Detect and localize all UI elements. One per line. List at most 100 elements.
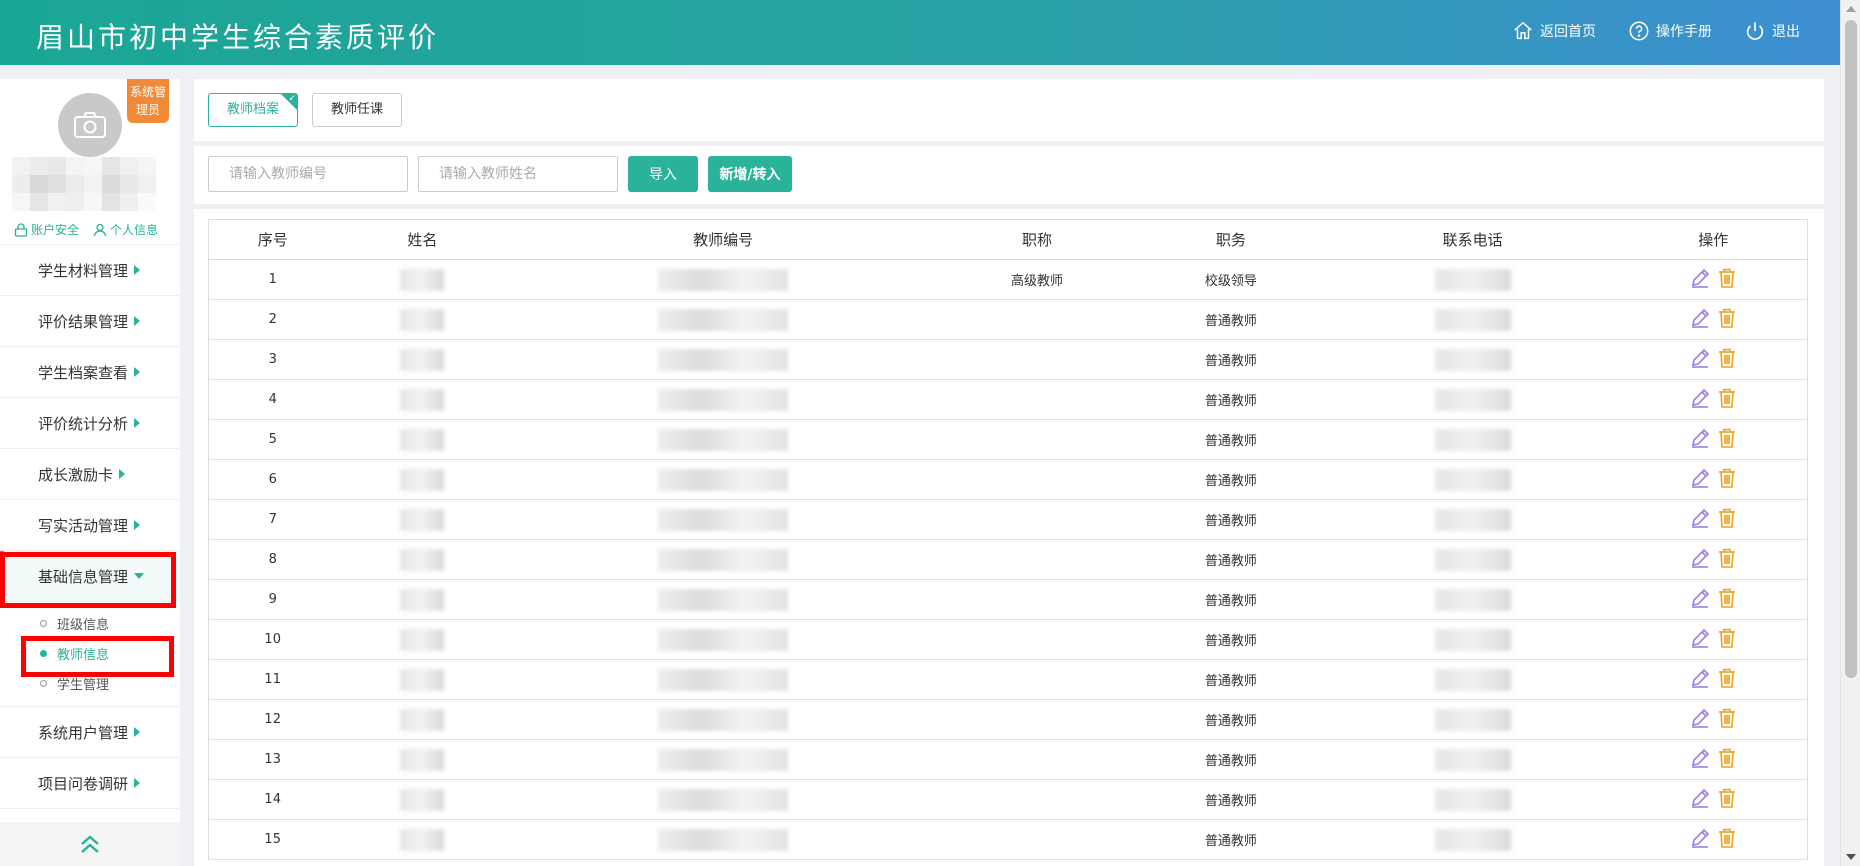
row-index: 10 bbox=[208, 619, 337, 660]
delete-icon[interactable] bbox=[1717, 627, 1737, 649]
double-chevron-up-icon bbox=[81, 835, 99, 853]
teacher-number-cell bbox=[508, 339, 939, 380]
edit-icon[interactable] bbox=[1689, 747, 1711, 769]
role-badge: 系统管理员 bbox=[127, 79, 169, 123]
delete-icon[interactable] bbox=[1717, 747, 1737, 769]
phone-cell bbox=[1325, 779, 1620, 820]
delete-icon[interactable] bbox=[1717, 547, 1737, 569]
delete-icon[interactable] bbox=[1717, 667, 1737, 689]
menu-evaluation-results[interactable]: 评价结果管理 bbox=[0, 296, 180, 347]
account-security-label: 账户安全 bbox=[31, 223, 80, 237]
column-header: 职务 bbox=[1135, 219, 1326, 260]
delete-icon[interactable] bbox=[1717, 827, 1737, 849]
edit-icon[interactable] bbox=[1689, 467, 1711, 489]
submenu-label: 教师信息 bbox=[57, 647, 110, 663]
teacher-name-cell bbox=[336, 419, 509, 460]
actions-cell bbox=[1619, 659, 1808, 700]
duty-cell: 普通教师 bbox=[1135, 779, 1326, 820]
sidebar-menu: 学生材料管理 评价结果管理 学生档案查看 评价统计分析 成长激励卡 写实活动管理… bbox=[0, 245, 180, 602]
edit-icon[interactable] bbox=[1689, 347, 1711, 369]
edit-icon[interactable] bbox=[1689, 707, 1711, 729]
duty-cell: 普通教师 bbox=[1135, 579, 1326, 620]
edit-icon[interactable] bbox=[1689, 587, 1711, 609]
table-row: 7 普通教师 bbox=[208, 499, 1808, 540]
tab-teacher-courses[interactable]: 教师任课 bbox=[312, 93, 403, 127]
tab-teacher-archive[interactable]: 教师档案 ✓ bbox=[208, 93, 299, 127]
collapse-sidebar-button[interactable] bbox=[0, 822, 180, 866]
edit-icon[interactable] bbox=[1689, 827, 1711, 849]
actions-cell bbox=[1619, 299, 1808, 340]
teacher-number-cell bbox=[508, 499, 939, 540]
menu-label: 写实活动管理 bbox=[38, 516, 129, 535]
delete-icon[interactable] bbox=[1717, 467, 1737, 489]
edit-icon[interactable] bbox=[1689, 267, 1711, 289]
edit-icon[interactable] bbox=[1689, 547, 1711, 569]
column-header: 操作 bbox=[1619, 219, 1808, 260]
actions-cell bbox=[1619, 819, 1808, 860]
edit-icon[interactable] bbox=[1689, 627, 1711, 649]
redacted-number bbox=[658, 828, 789, 851]
edit-icon[interactable] bbox=[1689, 507, 1711, 529]
page-scrollbar[interactable] bbox=[1840, 0, 1860, 866]
delete-icon[interactable] bbox=[1717, 347, 1737, 369]
scroll-thumb[interactable] bbox=[1845, 20, 1857, 678]
menu-label: 系统用户管理 bbox=[38, 723, 129, 742]
column-header: 教师编号 bbox=[508, 219, 939, 260]
submenu-class-info[interactable]: 班级信息 bbox=[0, 608, 180, 638]
edit-icon[interactable] bbox=[1689, 387, 1711, 409]
delete-icon[interactable] bbox=[1717, 507, 1737, 529]
menu-system-users[interactable]: 系统用户管理 bbox=[0, 707, 180, 758]
teacher-name-cell bbox=[336, 459, 509, 500]
add-transfer-button[interactable]: 新增/转入 bbox=[708, 156, 792, 192]
home-link[interactable]: 返回首页 bbox=[1512, 20, 1596, 42]
menu-student-archives[interactable]: 学生档案查看 bbox=[0, 347, 180, 398]
menu-student-materials[interactable]: 学生材料管理 bbox=[0, 245, 180, 296]
menu-activities[interactable]: 写实活动管理 bbox=[0, 500, 180, 551]
teacher-name-cell bbox=[336, 819, 509, 860]
scroll-down-icon[interactable] bbox=[1846, 854, 1856, 860]
delete-icon[interactable] bbox=[1717, 707, 1737, 729]
edit-icon[interactable] bbox=[1689, 787, 1711, 809]
teacher-name-cell bbox=[336, 339, 509, 380]
edit-icon[interactable] bbox=[1689, 307, 1711, 329]
manual-link[interactable]: 操作手册 bbox=[1628, 20, 1712, 42]
row-index: 1 bbox=[208, 259, 337, 300]
redacted-name bbox=[400, 428, 445, 451]
submenu-label: 学生管理 bbox=[57, 677, 110, 693]
menu-surveys[interactable]: 项目问卷调研 bbox=[0, 758, 180, 809]
delete-icon[interactable] bbox=[1717, 787, 1737, 809]
teacher-number-input[interactable] bbox=[208, 156, 408, 192]
avatar[interactable] bbox=[58, 93, 122, 157]
logout-link[interactable]: 退出 bbox=[1744, 20, 1800, 42]
home-link-label: 返回首页 bbox=[1540, 24, 1596, 40]
edit-icon[interactable] bbox=[1689, 667, 1711, 689]
table-row: 1 高级教师 校级领导 bbox=[208, 259, 1808, 300]
menu-basic-info[interactable]: 基础信息管理 bbox=[0, 551, 180, 602]
menu-statistics[interactable]: 评价统计分析 bbox=[0, 398, 180, 449]
submenu-teacher-info[interactable]: 教师信息 bbox=[0, 638, 180, 668]
redacted-name bbox=[400, 708, 445, 731]
redacted-phone bbox=[1434, 708, 1511, 731]
edit-icon[interactable] bbox=[1689, 427, 1711, 449]
import-button[interactable]: 导入 bbox=[628, 156, 698, 192]
personal-info-link[interactable]: 个人信息 bbox=[93, 221, 158, 238]
menu-growth-cards[interactable]: 成长激励卡 bbox=[0, 449, 180, 500]
scroll-up-icon[interactable] bbox=[1846, 6, 1856, 12]
row-index: 4 bbox=[208, 379, 337, 420]
redacted-number bbox=[658, 748, 789, 771]
professional-title-cell bbox=[938, 819, 1136, 860]
delete-icon[interactable] bbox=[1717, 427, 1737, 449]
delete-icon[interactable] bbox=[1717, 267, 1737, 289]
teacher-name-input[interactable] bbox=[418, 156, 618, 192]
delete-icon[interactable] bbox=[1717, 387, 1737, 409]
duty-cell: 普通教师 bbox=[1135, 339, 1326, 380]
delete-icon[interactable] bbox=[1717, 587, 1737, 609]
professional-title-cell: 高级教师 bbox=[938, 259, 1136, 300]
row-index: 12 bbox=[208, 699, 337, 740]
menu-label: 学生档案查看 bbox=[38, 363, 129, 382]
account-security-link[interactable]: 账户安全 bbox=[14, 221, 79, 238]
duty-cell: 校级领导 bbox=[1135, 259, 1326, 300]
redacted-name bbox=[400, 748, 445, 771]
delete-icon[interactable] bbox=[1717, 307, 1737, 329]
submenu-student-management[interactable]: 学生管理 bbox=[0, 668, 180, 698]
